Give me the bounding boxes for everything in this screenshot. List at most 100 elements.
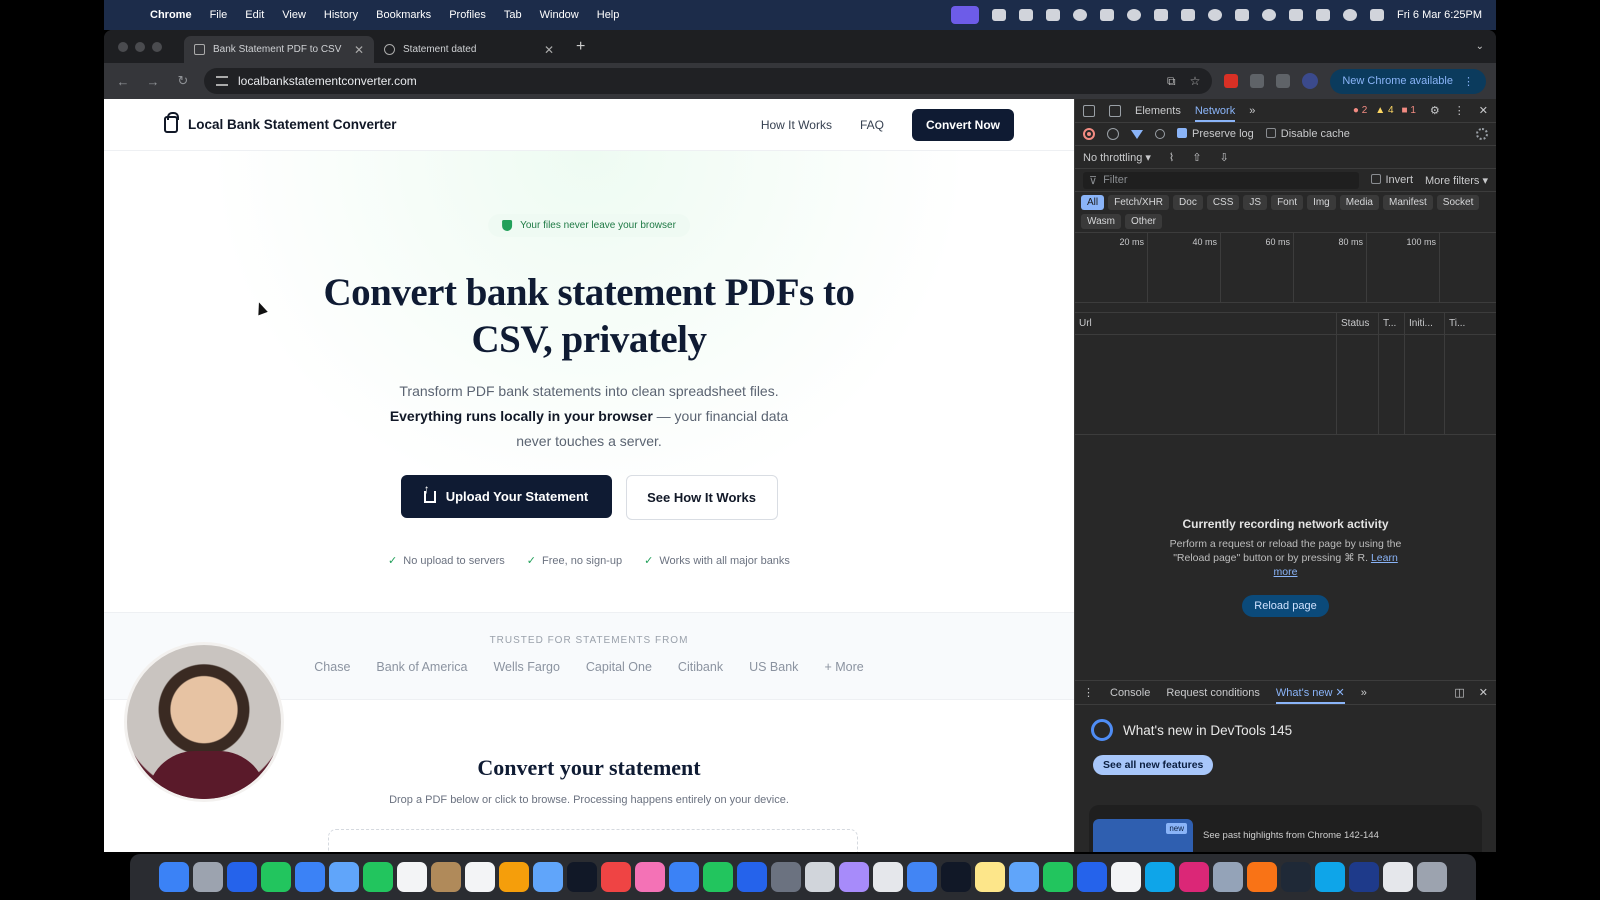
dock-app-icon[interactable] [1349,862,1379,892]
minimize-window-icon[interactable] [135,41,145,52]
column-url[interactable]: Url [1075,313,1337,334]
inspect-element-icon[interactable] [1083,104,1095,117]
close-drawer-icon[interactable]: ✕ [1479,686,1488,699]
tab-bank-statement[interactable]: Bank Statement PDF to CSV ✕ [184,36,374,63]
filter-chip-other[interactable]: Other [1124,214,1162,229]
devtools-close-icon[interactable]: ✕ [1479,104,1488,117]
address-bar[interactable]: localbankstatementconverter.com ⧉ ☆ [204,68,1213,94]
dock-app-icon[interactable] [941,862,971,892]
status-app-icon[interactable] [1019,9,1034,21]
drawer-tab-request-conditions[interactable]: Request conditions [1166,687,1260,699]
wifi-icon[interactable] [1343,9,1358,21]
close-window-icon[interactable] [118,41,128,52]
filter-chip-fetch-xhr[interactable]: Fetch/XHR [1108,195,1170,210]
dock-app-icon[interactable] [737,862,767,892]
nav-faq[interactable]: FAQ [860,118,884,132]
dock-app-icon[interactable] [1417,862,1447,892]
dock-app-icon[interactable] [533,862,563,892]
dock-app-icon[interactable] [1179,862,1209,892]
export-har-icon[interactable]: ⇩ [1219,151,1228,164]
dock-app-icon[interactable] [907,862,937,892]
filter-chip-wasm[interactable]: Wasm [1081,214,1121,229]
dock-app-icon[interactable] [329,862,359,892]
reload-page-button[interactable]: Reload page [1242,595,1329,617]
status-app-icon[interactable] [1100,9,1115,21]
filter-chip-media[interactable]: Media [1339,195,1379,210]
drawer-menu-icon[interactable]: ⋮ [1083,686,1094,699]
status-app-icon[interactable] [1208,9,1223,21]
dock-app-icon[interactable] [1247,862,1277,892]
device-toolbar-icon[interactable] [1109,104,1121,117]
filter-chip-doc[interactable]: Doc [1173,195,1203,210]
menu-app-name[interactable]: Chrome [150,9,192,21]
filter-funnel-icon[interactable] [1131,129,1143,139]
devtools-kebab-icon[interactable]: ⋮ [1454,104,1465,117]
filter-chip-js[interactable]: JS [1243,195,1268,210]
past-highlights-card[interactable]: new See past highlights from Chrome 142-… [1089,805,1482,852]
column-type[interactable]: T... [1379,313,1405,334]
close-tab-icon[interactable]: ✕ [544,43,554,57]
url-text[interactable]: localbankstatementconverter.com [238,74,417,88]
network-timeline[interactable]: 20 ms 40 ms 60 ms 80 ms 100 ms [1075,233,1496,303]
dock-app-icon[interactable] [1111,862,1141,892]
drawer-tab-console[interactable]: Console [1110,687,1150,699]
devtools-issue-counters[interactable]: ● 2 ▲ 4 ■ 1 [1353,105,1416,116]
dock-app-icon[interactable] [805,862,835,892]
clear-icon[interactable] [1107,128,1119,140]
dock-app-icon[interactable] [567,862,597,892]
filter-chip-manifest[interactable]: Manifest [1383,195,1433,210]
pdf-dropzone[interactable] [328,829,858,852]
dock-app-icon[interactable] [1043,862,1073,892]
key-icon[interactable] [1235,9,1250,21]
filter-chip-socket[interactable]: Socket [1436,195,1480,210]
extensions-puzzle-icon[interactable] [1276,74,1291,88]
more-drawer-tabs-icon[interactable]: » [1361,687,1367,699]
menu-history[interactable]: History [324,9,358,21]
preserve-log-checkbox[interactable]: Preserve log [1177,128,1254,140]
status-app-icon[interactable] [1262,9,1277,21]
search-icon[interactable] [1155,129,1165,139]
status-app-icon[interactable] [1127,9,1142,21]
menu-profiles[interactable]: Profiles [449,9,486,21]
control-center-icon[interactable] [1370,9,1385,21]
new-tab-icon[interactable]: + [576,38,585,56]
kebab-menu-icon[interactable]: ⋮ [1463,75,1474,88]
dock-app-icon[interactable] [1383,862,1413,892]
column-status[interactable]: Status [1337,313,1379,334]
back-icon[interactable]: ← [114,74,132,89]
more-tabs-icon[interactable]: » [1249,105,1255,117]
tab-network[interactable]: Network [1194,105,1236,122]
menu-tab[interactable]: Tab [504,9,522,21]
dock-app-icon[interactable] [1213,862,1243,892]
dock-app-icon[interactable] [465,862,495,892]
throttling-select[interactable]: No throttling ▾ [1083,151,1151,164]
dock-app-icon[interactable] [363,862,393,892]
menu-file[interactable]: File [210,9,228,21]
see-all-features-button[interactable]: See all new features [1093,755,1214,775]
filter-chip-css[interactable]: CSS [1206,195,1240,210]
drawer-tab-whats-new[interactable]: What's new ✕ [1275,686,1345,704]
dock-app-icon[interactable] [295,862,325,892]
filter-chip-font[interactable]: Font [1271,195,1304,210]
status-app-icon[interactable] [1181,9,1196,21]
network-settings-icon[interactable] [1476,128,1488,140]
extension-icon[interactable] [1250,74,1265,88]
more-banks-link[interactable]: + More [824,660,863,674]
status-app-icon[interactable] [1073,9,1088,21]
status-app-icon[interactable] [992,9,1007,21]
dock-app-icon[interactable] [261,862,291,892]
devtools-settings-icon[interactable]: ⚙ [1430,104,1440,117]
dock-side-icon[interactable]: ◫ [1454,686,1464,699]
menu-edit[interactable]: Edit [245,9,264,21]
column-initiator[interactable]: Initi... [1405,313,1445,334]
site-logo[interactable]: Local Bank Statement Converter [164,112,397,133]
menu-view[interactable]: View [282,9,306,21]
reload-icon[interactable]: ↻ [174,73,192,89]
menu-help[interactable]: Help [597,9,620,21]
status-app-icon[interactable] [1046,9,1061,21]
convert-now-button[interactable]: Convert Now [911,108,1014,141]
menu-bar-clock[interactable]: Fri 6 Mar 6:25PM [1397,9,1482,21]
tab-search-chevron-icon[interactable]: ⌄ [1476,41,1484,52]
record-icon[interactable] [1083,128,1095,140]
dock-app-icon[interactable] [635,862,665,892]
